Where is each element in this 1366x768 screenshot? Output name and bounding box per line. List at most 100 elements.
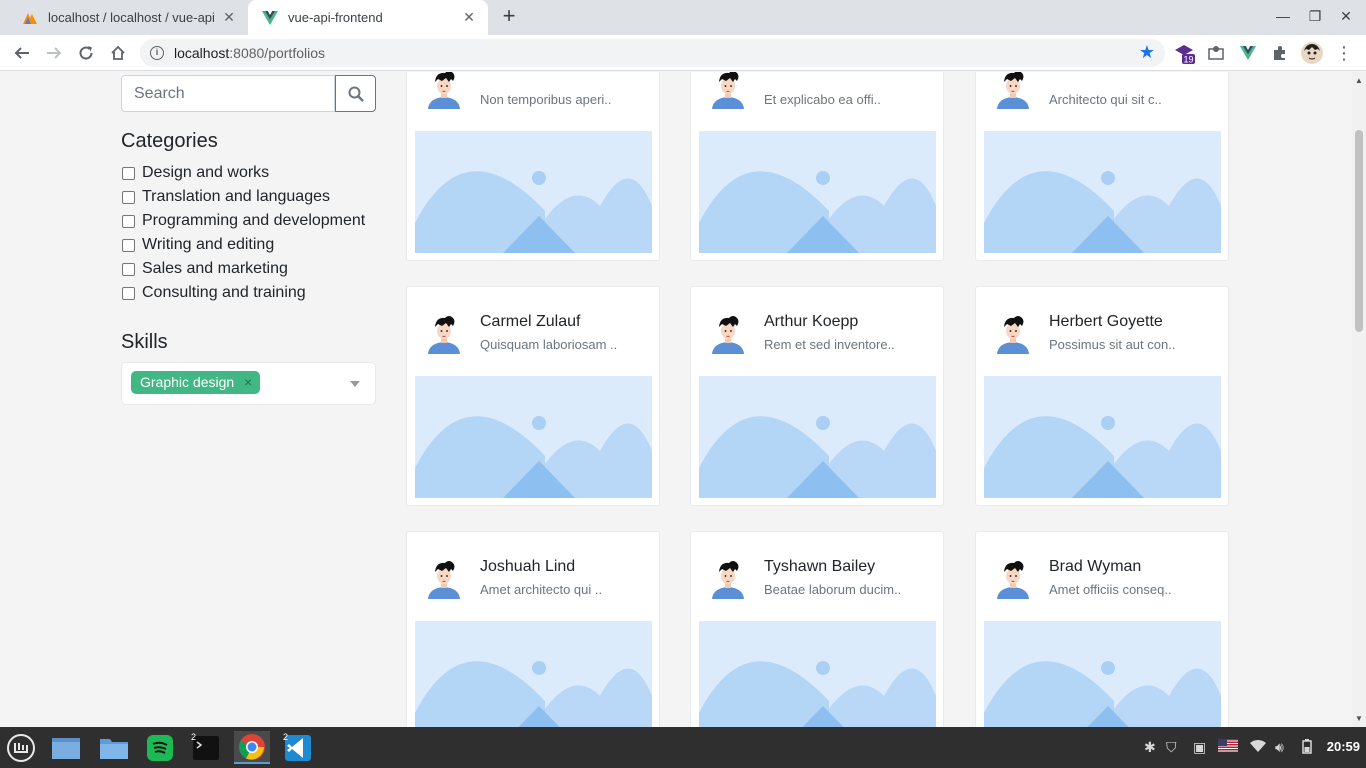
back-icon[interactable] bbox=[10, 41, 34, 65]
avatar bbox=[425, 314, 463, 354]
wifi-icon[interactable] bbox=[1250, 739, 1266, 755]
checkbox[interactable] bbox=[122, 190, 135, 204]
portfolio-card[interactable]: Carmel Zulauf Quisquam laboriosam .. bbox=[406, 286, 660, 506]
folder-icon[interactable] bbox=[96, 731, 132, 764]
new-tab-button[interactable]: + bbox=[498, 5, 520, 28]
portfolio-card[interactable]: Herbert Goyette Possimus sit aut con.. bbox=[975, 286, 1229, 506]
maximize-icon[interactable]: ❐ bbox=[1303, 8, 1327, 25]
portfolio-card[interactable]: Non temporibus aperi.. bbox=[406, 72, 660, 261]
portfolio-description: Non temporibus aperi.. bbox=[480, 92, 612, 107]
address-bar[interactable]: i localhost:8080/portfolios ★ bbox=[140, 39, 1165, 67]
portfolio-name: Joshuah Lind bbox=[480, 558, 576, 575]
portfolio-card[interactable]: Architecto qui sit c.. bbox=[975, 72, 1229, 261]
svg-text:19: 19 bbox=[1183, 55, 1193, 65]
terminal-icon[interactable]: 2 bbox=[188, 731, 224, 764]
portfolio-card[interactable]: Tyshawn Bailey Beatae laborum ducim.. bbox=[690, 531, 944, 727]
menu-dots-icon[interactable]: ⋮ bbox=[1333, 42, 1355, 64]
checkbox[interactable] bbox=[122, 238, 135, 252]
portfolio-name: Brad Wyman bbox=[1049, 558, 1142, 575]
close-icon[interactable]: ✕ bbox=[220, 9, 238, 27]
tab-title: localhost / localhost / vue-api bbox=[48, 10, 215, 25]
portfolio-name: Carmel Zulauf bbox=[480, 313, 581, 330]
volume-icon[interactable]: 🔊︎ bbox=[1275, 739, 1284, 756]
category-consulting-and-training[interactable]: Consulting and training bbox=[121, 281, 376, 305]
extension-icon[interactable] bbox=[1205, 42, 1227, 64]
vue-devtools-icon[interactable] bbox=[1237, 42, 1259, 64]
skills-heading: Skills bbox=[121, 331, 168, 353]
scroll-down-icon[interactable]: ▼ bbox=[1355, 714, 1363, 723]
remove-tag-icon[interactable]: × bbox=[244, 371, 252, 394]
search-icon bbox=[348, 86, 364, 102]
category-sales-and-marketing[interactable]: Sales and marketing bbox=[121, 257, 376, 281]
portfolio-name: Herbert Goyette bbox=[1049, 313, 1163, 330]
portfolio-card[interactable]: Brad Wyman Amet officiis conseq.. bbox=[975, 531, 1229, 727]
avatar bbox=[425, 72, 463, 109]
category-translation-and-languages[interactable]: Translation and languages bbox=[121, 185, 376, 209]
image-placeholder bbox=[984, 131, 1221, 253]
dropdown-caret-icon[interactable] bbox=[350, 381, 360, 387]
bookmark-star-icon[interactable]: ★ bbox=[1139, 42, 1155, 63]
page-scrollbar[interactable]: ▲ ▼ bbox=[1352, 72, 1366, 727]
avatar bbox=[709, 314, 747, 354]
portfolio-description: Amet officiis conseq.. bbox=[1049, 582, 1172, 597]
us-flag-icon[interactable] bbox=[1218, 739, 1238, 755]
phpmyadmin-icon bbox=[22, 10, 38, 26]
category-design-and-works[interactable]: Design and works bbox=[121, 161, 376, 185]
image-placeholder bbox=[415, 131, 652, 253]
portfolio-card[interactable]: Et explicabo ea offi.. bbox=[690, 72, 944, 261]
battery-icon[interactable] bbox=[1302, 739, 1312, 757]
checkbox[interactable] bbox=[122, 166, 135, 180]
puzzle-icon[interactable] bbox=[1269, 42, 1291, 64]
school-extension-icon[interactable]: 19 bbox=[1174, 42, 1196, 64]
home-icon[interactable] bbox=[106, 41, 130, 65]
portfolio-description: Quisquam laboriosam .. bbox=[480, 337, 618, 352]
portfolio-card[interactable]: Arthur Koepp Rem et sed inventore.. bbox=[690, 286, 944, 506]
clock: 20:59 bbox=[1326, 739, 1360, 754]
tab-strip: localhost / localhost / vue-api ✕ vue-ap… bbox=[0, 0, 1366, 35]
bluetooth-icon[interactable]: ✱ bbox=[1144, 739, 1156, 756]
scroll-up-icon[interactable]: ▲ bbox=[1355, 76, 1363, 85]
minimize-icon[interactable]: — bbox=[1271, 8, 1295, 24]
profile-avatar[interactable] bbox=[1301, 42, 1323, 64]
spotify-icon[interactable] bbox=[142, 731, 178, 764]
portfolio-card[interactable]: Joshuah Lind Amet architecto qui .. bbox=[406, 531, 660, 727]
tab-vue-api-frontend[interactable]: vue-api-frontend ✕ bbox=[248, 0, 488, 35]
tab-phpmyadmin[interactable]: localhost / localhost / vue-api ✕ bbox=[8, 0, 248, 35]
image-placeholder bbox=[699, 131, 936, 253]
close-icon[interactable]: ✕ bbox=[460, 9, 478, 27]
skills-multiselect[interactable]: Graphic design × bbox=[121, 362, 376, 405]
scrollbar-thumb[interactable] bbox=[1355, 130, 1363, 332]
avatar bbox=[425, 559, 463, 599]
url-text: localhost:8080/portfolios bbox=[174, 45, 325, 61]
forward-icon[interactable] bbox=[42, 41, 66, 65]
checkbox[interactable] bbox=[122, 262, 135, 276]
chrome-icon[interactable] bbox=[234, 731, 270, 764]
avatar bbox=[994, 72, 1032, 109]
category-programming-and-development[interactable]: Programming and development bbox=[121, 209, 376, 233]
checkbox[interactable] bbox=[122, 214, 135, 228]
os-taskbar: 2 2 ✱ ⛉ ▣ 🔊︎ 20:59 bbox=[0, 727, 1366, 768]
image-placeholder bbox=[415, 621, 652, 727]
mint-menu-icon[interactable] bbox=[3, 731, 39, 764]
image-placeholder bbox=[415, 376, 652, 498]
checkbox[interactable] bbox=[122, 286, 135, 300]
category-writing-and-editing[interactable]: Writing and editing bbox=[121, 233, 376, 257]
categories-heading: Categories bbox=[121, 130, 218, 152]
search-button[interactable] bbox=[335, 75, 376, 112]
search-input[interactable] bbox=[121, 75, 335, 112]
search-form bbox=[121, 75, 376, 112]
reload-icon[interactable] bbox=[74, 41, 98, 65]
image-placeholder bbox=[699, 621, 936, 727]
site-info-icon[interactable]: i bbox=[150, 46, 164, 60]
portfolio-description: Amet architecto qui .. bbox=[480, 582, 603, 597]
category-list: Design and works Translation and languag… bbox=[121, 161, 376, 305]
vscode-icon[interactable]: 2 bbox=[280, 731, 316, 764]
clipboard-icon[interactable]: ▣ bbox=[1193, 739, 1206, 756]
image-placeholder bbox=[984, 621, 1221, 727]
portfolio-name: Tyshawn Bailey bbox=[764, 558, 876, 575]
portfolio-description: Et explicabo ea offi.. bbox=[764, 92, 881, 107]
shield-icon[interactable]: ⛉ bbox=[1166, 739, 1177, 756]
portfolio-description: Beatae laborum ducim.. bbox=[764, 582, 902, 597]
files-icon[interactable] bbox=[48, 731, 84, 764]
close-window-icon[interactable]: ✕ bbox=[1334, 8, 1358, 25]
